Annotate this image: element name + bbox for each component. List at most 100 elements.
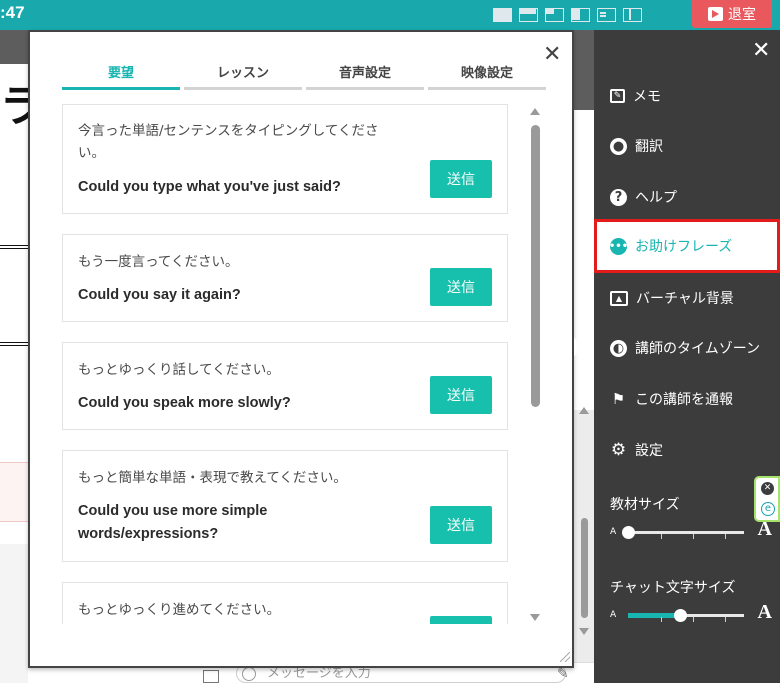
chat-header <box>574 30 594 110</box>
material-size-slider[interactable]: A A <box>610 518 772 544</box>
send-message-icon[interactable]: ✎ <box>557 666 573 682</box>
slider-large-a: A <box>757 601 772 623</box>
slider-small-a: A <box>610 610 617 620</box>
tab-lesson[interactable]: レッスン <box>184 64 302 90</box>
phrase-japanese: 今言った単語/センテンスをタイピングしてください。 <box>78 123 379 161</box>
phrase-card: もっとゆっくり話してください。 Could you speak more slo… <box>62 342 508 430</box>
top-bar: :47 退室 <box>0 0 780 30</box>
menu-item-label: 翻訳 <box>635 139 663 155</box>
menu-item-label: ヘルプ <box>635 190 677 206</box>
exit-button[interactable]: 退室 <box>692 0 772 28</box>
slider-tick <box>725 534 726 539</box>
question-icon: ? <box>610 188 627 206</box>
phrase-card: もっと簡単な単語・表現で教えてください。 Could you use more … <box>62 450 508 562</box>
lesson-highlight-box <box>0 462 28 522</box>
slider-tick <box>725 617 726 622</box>
chat-font-size-label: チャット文字サイズ <box>610 580 736 596</box>
send-button[interactable]: 送信 <box>430 268 492 306</box>
slider-tick <box>693 534 694 539</box>
lesson-timer: :47 <box>0 3 25 22</box>
phrase-japanese: もう一度言ってください。 <box>78 254 239 270</box>
menu-item-virtual-background[interactable]: ▲ バーチャル背景 <box>610 282 734 314</box>
menu-item-label: メモ <box>633 89 661 105</box>
chat-bubble-icon: ••• <box>609 237 628 255</box>
lesson-material-bottom <box>0 544 28 683</box>
resize-handle[interactable] <box>560 652 570 662</box>
edit-icon: ✎ <box>610 89 625 103</box>
layout-top-split-icon[interactable] <box>519 8 538 22</box>
phrase-card: もう一度言ってください。 Could you say it again? 送信 <box>62 234 508 322</box>
material-size-label: 教材サイズ <box>610 497 680 513</box>
helpful-phrases-popup: ✕ 要望 レッスン 音声設定 映像設定 今言った単語/センテンスをタイピングして… <box>28 30 574 668</box>
layout-list-icon[interactable] <box>597 8 616 22</box>
send-button[interactable]: 送信 <box>430 376 492 414</box>
phrase-japanese: もっとゆっくり進めてください。 <box>78 602 281 618</box>
chat-scroll-down-icon[interactable] <box>579 628 589 635</box>
lesson-heading-fragment: ラ <box>0 82 28 131</box>
layout-quad-icon[interactable] <box>545 8 564 22</box>
layout-switcher <box>493 8 642 22</box>
popup-tabs: 要望 レッスン 音声設定 映像設定 <box>62 64 548 90</box>
close-icon[interactable]: ✕ <box>752 40 770 62</box>
phrase-english: Could you type what you've just said? <box>78 179 341 195</box>
layout-sidebar-icon[interactable] <box>623 8 642 22</box>
emoji-icon[interactable] <box>242 667 256 681</box>
menu-item-settings[interactable]: ⚙ 設定 <box>610 434 663 466</box>
phrase-japanese: もっと簡単な単語・表現で教えてください。 <box>78 470 347 486</box>
layout-full-icon[interactable] <box>493 8 512 22</box>
extension-e-icon[interactable]: e <box>761 502 775 516</box>
menu-item-help[interactable]: ? ヘルプ <box>610 181 677 213</box>
tab-audio-settings[interactable]: 音声設定 <box>306 64 424 90</box>
side-menu: ✕ ✎ メモ ● 翻訳 ? ヘルプ ••• お助けフレーズ ▲ バーチャル背景 … <box>594 30 780 683</box>
slider-knob[interactable] <box>621 526 635 539</box>
globe-icon: ● <box>610 137 627 155</box>
menu-item-tutor-timezone[interactable]: ◐ 講師のタイムゾーン <box>610 332 760 364</box>
menu-item-translate[interactable]: ● 翻訳 <box>610 130 663 162</box>
send-button[interactable]: 送信 <box>430 506 492 544</box>
phrase-english: Could you say it again? <box>78 287 241 303</box>
layout-split-icon[interactable] <box>571 8 590 22</box>
send-button[interactable]: 送信 <box>430 616 492 624</box>
extension-badge[interactable]: ✕ e <box>754 476 780 522</box>
menu-item-report-tutor[interactable]: ⚑ この講師を通報 <box>610 383 733 415</box>
divider <box>0 245 28 249</box>
lesson-material-header <box>0 30 28 64</box>
image-upload-icon[interactable] <box>203 670 219 683</box>
send-button[interactable]: 送信 <box>430 160 492 198</box>
menu-item-label: バーチャル背景 <box>636 291 734 307</box>
divider <box>0 342 28 346</box>
phrase-english: Could you speak more slowly? <box>78 395 291 411</box>
slider-knob[interactable] <box>673 609 687 622</box>
phrase-japanese: もっとゆっくり話してください。 <box>78 362 280 378</box>
tab-video-settings[interactable]: 映像設定 <box>428 64 546 90</box>
menu-item-label: この講師を通報 <box>635 392 733 408</box>
world-icon: ◐ <box>610 339 627 357</box>
phrase-list: 今言った単語/センテンスをタイピングしてください。 Could you type… <box>62 104 508 624</box>
slider-tick <box>661 617 662 622</box>
scroll-up-icon[interactable] <box>530 108 540 115</box>
popup-pointer <box>574 338 584 356</box>
exit-icon <box>708 7 723 21</box>
slider-fill <box>628 613 681 618</box>
scrollbar-thumb[interactable] <box>531 125 540 407</box>
menu-item-helpful-phrases[interactable]: ••• お助けフレーズ <box>609 230 733 262</box>
menu-item-label: 講師のタイムゾーン <box>635 341 761 357</box>
chat-font-size-slider[interactable]: A A <box>610 601 772 627</box>
menu-item-label: お助けフレーズ <box>635 239 733 255</box>
tab-requests[interactable]: 要望 <box>62 64 180 90</box>
image-icon: ▲ <box>610 290 628 306</box>
menu-item-label: 設定 <box>635 443 663 459</box>
gear-icon: ⚙ <box>610 440 627 460</box>
slider-tick <box>661 534 662 539</box>
flag-icon: ⚑ <box>611 390 626 408</box>
close-icon[interactable]: ✕ <box>543 44 561 66</box>
chat-scroll-up-icon[interactable] <box>579 407 589 414</box>
close-badge-icon[interactable]: ✕ <box>761 482 774 495</box>
menu-item-memo[interactable]: ✎ メモ <box>610 80 661 112</box>
phrase-english: Could you use more simple words/expressi… <box>78 503 268 542</box>
phrase-card: もっとゆっくり進めてください。 送信 <box>62 582 508 624</box>
chat-scrollbar-thumb[interactable] <box>581 518 588 618</box>
scroll-down-icon[interactable] <box>530 614 540 621</box>
slider-tick <box>693 617 694 622</box>
exit-label: 退室 <box>728 7 756 23</box>
